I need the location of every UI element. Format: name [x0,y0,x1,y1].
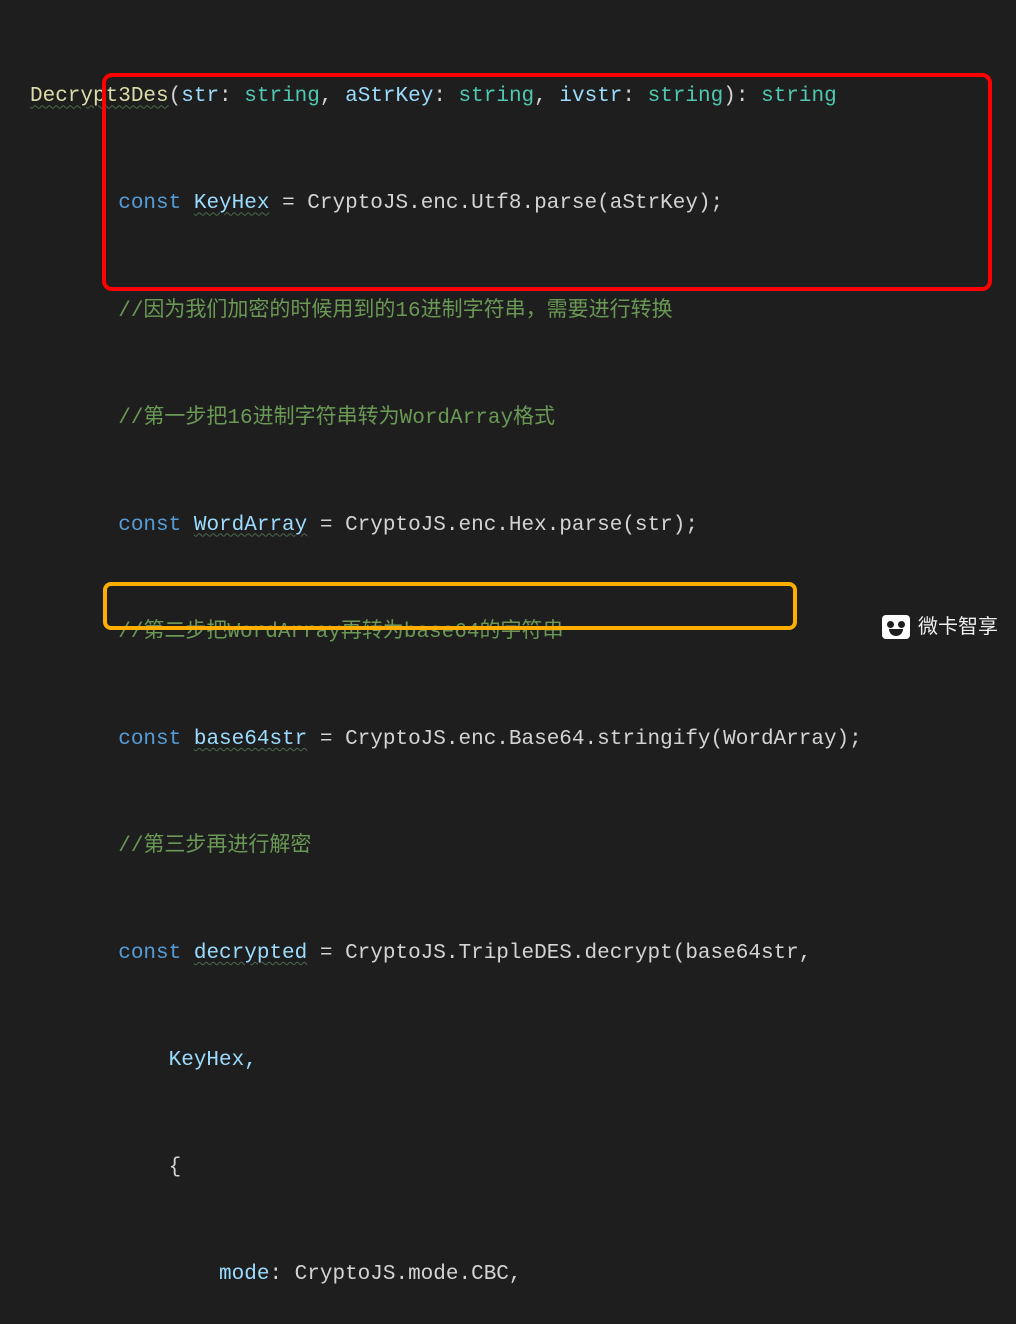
wechat-icon [882,615,910,639]
code-comment: //第一步把16进制字符串转为WordArray格式 [30,401,1016,437]
code-line: mode: CryptoJS.mode.CBC, [30,1257,1016,1293]
code-comment: //第三步再进行解密 [30,829,1016,865]
code-line: const WordArray = CryptoJS.enc.Hex.parse… [30,508,1016,544]
code-line: const decrypted = CryptoJS.TripleDES.dec… [30,936,1016,972]
code-comment: //因为我们加密的时候用到的16进制字符串，需要进行转换 [30,294,1016,330]
watermark-label: 微卡智享 [918,610,998,644]
code-line: const KeyHex = CryptoJS.enc.Utf8.parse(a… [30,186,1016,222]
code-editor[interactable]: Decrypt3Des(str: string, aStrKey: string… [0,0,1016,1324]
watermark: 微卡智享 [882,610,998,644]
code-line: { [30,1150,1016,1186]
code-line-fn-signature: Decrypt3Des(str: string, aStrKey: string… [30,79,1016,115]
code-comment: //第二步把WordArray再转为base64的字符串 [30,615,1016,651]
code-line: KeyHex, [30,1043,1016,1079]
code-line: const base64str = CryptoJS.enc.Base64.st… [30,722,1016,758]
